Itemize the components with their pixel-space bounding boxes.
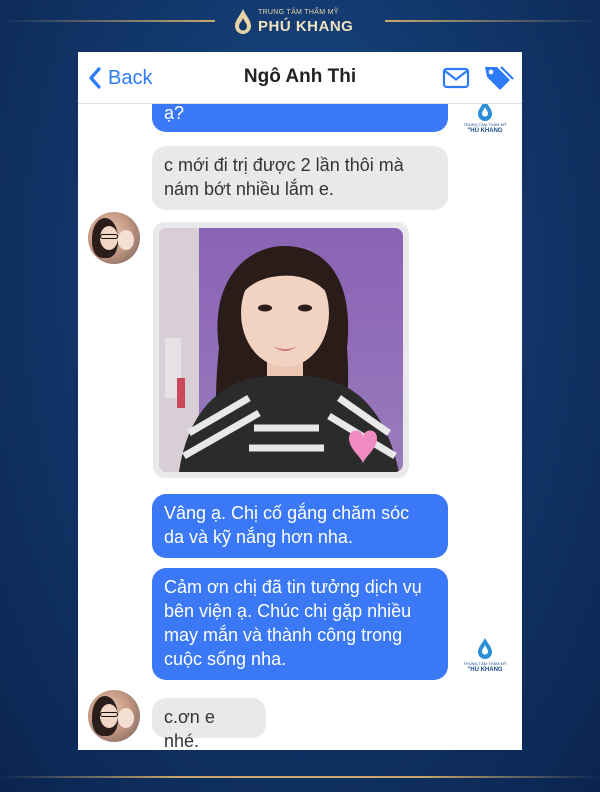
mail-button[interactable] (442, 66, 470, 90)
brand-header: TRUNG TÂM THẨM MỸ PHÚ KHANG (232, 6, 372, 40)
brand-avatar-tagline: TRUNG TÂM THẨM MỸ (463, 122, 507, 127)
footer-divider (0, 776, 600, 778)
message-photo[interactable] (153, 222, 409, 478)
chat-screen: ạ? TRUNG TÂM THẨM MỸ "HÚ KHANG c mới đi … (78, 52, 522, 750)
message-text: ạ? (164, 103, 185, 123)
message-line: da và kỹ nắng hơn nha. (164, 527, 353, 547)
brand-avatar: TRUNG TÂM THẨM MỸ "HÚ KHANG (456, 628, 514, 686)
brand-avatar-name: "HÚ KHANG (467, 128, 503, 134)
contact-avatar[interactable] (88, 690, 140, 742)
message-bubble-sent[interactable]: Cảm ơn chị đã tin tưởng dịch vụ bên viện… (152, 568, 448, 680)
chevron-left-icon (89, 67, 101, 89)
back-label: Back (108, 66, 153, 89)
brand-tagline: TRUNG TÂM THẨM MỸ (258, 9, 339, 16)
message-line: nám bớt nhiều lắm e. (164, 179, 334, 199)
tag-icon (485, 66, 514, 90)
brand-logo-icon (235, 9, 251, 34)
message-line: Vâng ạ. Chị cố gắng chăm sóc (164, 503, 410, 523)
mail-icon (442, 67, 470, 89)
back-button[interactable]: Back (88, 64, 152, 92)
chat-nav-bar: Back Ngô Anh Thi (78, 52, 522, 104)
brand-name: PHÚ KHANG (258, 18, 354, 35)
message-thread[interactable]: ạ? TRUNG TÂM THẨM MỸ "HÚ KHANG c mới đi … (78, 52, 522, 750)
message-bubble-received[interactable]: c.ơn e nhé. (152, 698, 266, 750)
message-line: may mắn và thành công trong (164, 625, 403, 645)
message-line: cuộc sống nha. (164, 649, 287, 669)
brand-avatar-name: "HÚ KHANG (467, 667, 503, 673)
message-line: c mới đi trị được 2 lần thôi mà (164, 155, 404, 175)
brand-divider-right (385, 20, 600, 22)
tag-button[interactable] (482, 64, 514, 92)
portrait-illustration (159, 228, 399, 472)
brand-logo-icon (478, 638, 492, 659)
brand-avatar-tagline: TRUNG TÂM THẨM MỸ (463, 661, 507, 666)
message-line: Cảm ơn chị đã tin tưởng dịch vụ (164, 577, 422, 597)
photo-image (159, 228, 403, 472)
brand-divider-left (0, 20, 215, 22)
message-line: bên viện ạ. Chúc chị gặp nhiều (164, 601, 412, 621)
message-bubble-sent[interactable]: Vâng ạ. Chị cố gắng chăm sóc da và kỹ nắ… (152, 494, 448, 558)
message-text: c.ơn e nhé. (164, 707, 215, 750)
message-bubble-received[interactable]: c mới đi trị được 2 lần thôi mà nám bớt … (152, 146, 448, 210)
contact-avatar[interactable] (88, 212, 140, 264)
